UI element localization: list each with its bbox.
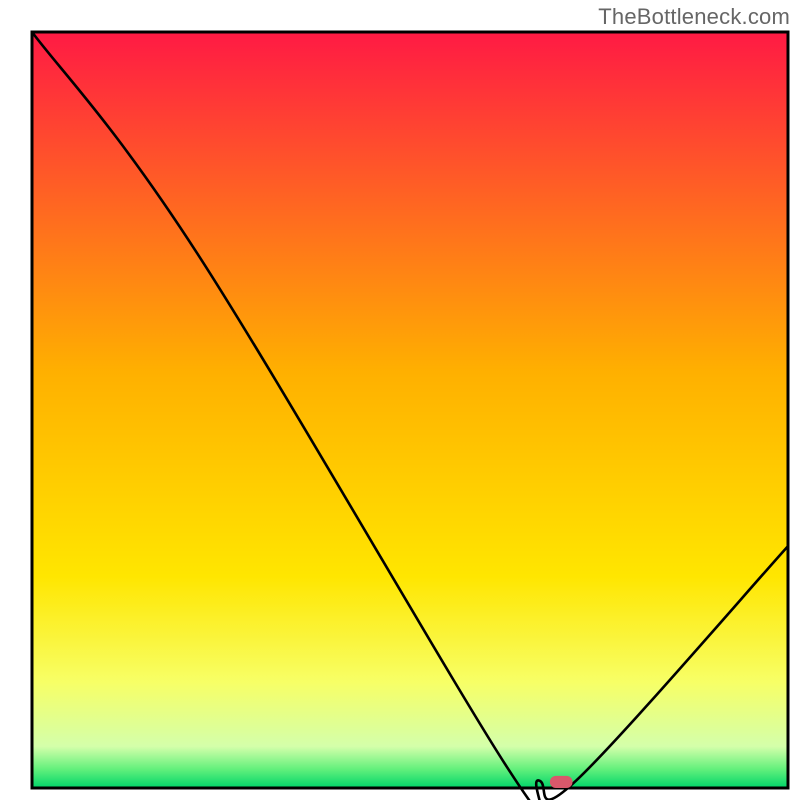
watermark-text: TheBottleneck.com [598,4,790,30]
bottleneck-chart [0,0,800,800]
optimum-marker [550,776,573,788]
